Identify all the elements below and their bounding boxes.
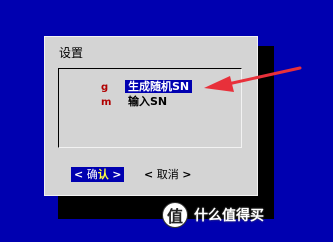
bracket-right: > (112, 168, 122, 181)
menu-item-label: 生成随机SN (125, 80, 193, 93)
watermark: 值 什么值得买 (162, 198, 328, 232)
menu-item-generate-sn[interactable]: g 生成随机SN (101, 80, 193, 93)
smzdm-logo-icon: 值 (162, 202, 188, 228)
bracket-right: > (182, 168, 192, 181)
menu-item-input-sn[interactable]: m 输入SN (101, 95, 170, 108)
button-bar: < 确认 > < 取消 > (45, 165, 257, 185)
menu-list: g 生成随机SN m 输入SN (58, 68, 242, 148)
menu-item-label: 输入SN (128, 95, 168, 108)
watermark-text: 什么值得买 (194, 208, 264, 224)
menu-hotkey: m (101, 97, 112, 108)
menu-hotkey: g (101, 82, 109, 93)
bracket-left: < (144, 168, 154, 181)
dialog-title: 设置 (59, 46, 84, 60)
cancel-label: 取消 (156, 168, 179, 181)
confirm-label-b: 认 (97, 168, 109, 181)
confirm-label-a: 确 (86, 168, 98, 181)
cancel-button[interactable]: < 取消 > (141, 167, 194, 182)
settings-dialog: 设置 g 生成随机SN m 输入SN < 确认 > < 取消 > (44, 36, 258, 196)
confirm-button[interactable]: < 确认 > (71, 167, 125, 182)
bracket-left: < (74, 168, 84, 181)
